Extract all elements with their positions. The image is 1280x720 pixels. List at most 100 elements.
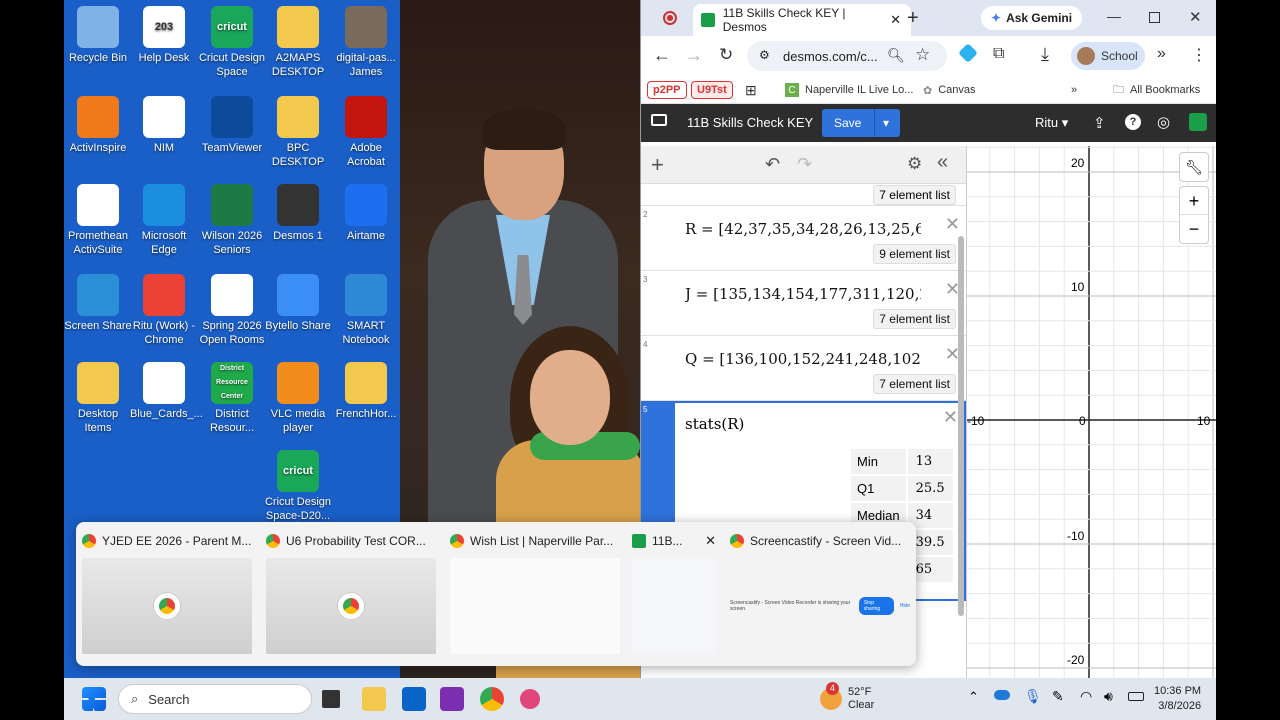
switcher-window-preview[interactable]: Wish List | Naperville Par... — [450, 530, 622, 660]
bookmark-star-icon[interactable]: ☆ — [915, 45, 930, 65]
extensions-puzzle-icon[interactable]: ⧉ — [993, 45, 1004, 63]
expression-row[interactable]: 2 R = [42,37,35,34,28,26,13,25,65] 9 eleme… — [641, 206, 966, 271]
expression-math[interactable]: Q = [136,100,152,241,248,102,14 — [685, 350, 921, 368]
desktop-icon[interactable]: A2MAPS DESKTOP — [264, 2, 332, 82]
add-item-icon[interactable]: + — [651, 152, 664, 178]
expression-list-scrollbar[interactable] — [958, 236, 964, 616]
settings-gear-icon[interactable]: ⚙ — [907, 154, 922, 174]
minimize-icon[interactable]: — — [1107, 8, 1121, 24]
pen-icon[interactable]: ✎ — [1052, 688, 1064, 705]
wifi-icon[interactable]: ◠ — [1080, 688, 1092, 705]
desktop-icon[interactable]: BPC DESKTOP — [264, 92, 332, 172]
reload-icon[interactable]: ↻ — [719, 45, 733, 65]
graph-title[interactable]: 11B Skills Check KEY — [687, 115, 813, 130]
expression-row[interactable]: 4 Q = [136,100,152,241,248,102,14 7 elemen… — [641, 336, 966, 401]
desktop-icon[interactable]: Ritu (Work) - Chrome — [130, 270, 198, 350]
desktop-icon[interactable]: Spring 2026 Open Rooms — [198, 270, 266, 350]
desktop-icon[interactable]: Adobe Acrobat — [332, 92, 400, 172]
outlook-icon[interactable] — [402, 687, 426, 711]
microphone-icon[interactable]: 🎙︎ — [1024, 688, 1042, 705]
record-icon[interactable] — [663, 11, 677, 25]
desktop-icon[interactable]: Bytello Share — [264, 270, 332, 350]
ask-gemini-button[interactable]: ✦ Ask Gemini — [981, 6, 1083, 30]
desktop-icon[interactable]: Wilson 2026 Seniors — [198, 180, 266, 260]
snipping-tool-icon[interactable] — [520, 689, 540, 709]
forward-icon[interactable]: → — [685, 45, 703, 66]
graph-paper[interactable]: 🔧︎ + − 20 10 -10 0 10 -10 -20 — [967, 146, 1216, 678]
extension-diamond-icon[interactable] — [958, 43, 978, 63]
apps-grid-icon[interactable]: ⊞ — [745, 81, 757, 99]
save-dropdown-icon[interactable]: ▾ — [874, 109, 889, 137]
desktop-icon[interactable]: digital-pas... James — [332, 2, 400, 82]
desktop-icon[interactable]: Recycle Bin — [64, 2, 132, 82]
desktop-icon[interactable]: Microsoft Edge — [130, 180, 198, 260]
expression-math[interactable]: J = [135,134,154,177,311,120,24 — [685, 285, 921, 303]
file-explorer-icon[interactable] — [362, 687, 386, 711]
expression-math[interactable]: R = [42,37,35,34,28,26,13,25,65] — [685, 220, 921, 238]
profile-chip[interactable]: School — [1071, 42, 1145, 70]
expression-row[interactable]: 3 J = [135,134,154,177,311,120,24 7 elemen… — [641, 271, 966, 336]
new-tab-button[interactable]: + — [907, 7, 919, 30]
delete-expression-icon[interactable]: ✕ — [943, 407, 958, 428]
delete-expression-icon[interactable]: ✕ — [945, 214, 960, 235]
zoom-out-icon[interactable]: − — [1180, 215, 1208, 243]
switcher-window-preview[interactable]: U6 Probability Test COR... — [266, 530, 438, 660]
hide-link[interactable]: Hide — [900, 603, 910, 609]
redo-icon[interactable]: ↷ — [797, 154, 812, 175]
desktop-icon[interactable]: Promethean ActivSuite — [64, 180, 132, 260]
language-globe-icon[interactable]: ◎ — [1157, 113, 1170, 131]
bookmarks-more-icon[interactable]: » — [1071, 81, 1077, 99]
open-graph-folder-icon[interactable] — [651, 114, 667, 126]
user-menu[interactable]: Ritu ▾ — [1035, 115, 1068, 131]
desktop-icon[interactable]: 203 Help Desk — [130, 2, 198, 82]
desmos-logo-icon[interactable] — [1189, 113, 1207, 131]
desktop-icon[interactable]: cricut Cricut Design Space-D20... — [264, 446, 332, 526]
save-button[interactable]: Save ▾ — [822, 109, 900, 137]
taskbar-search[interactable]: ⌕ Search — [118, 684, 312, 714]
volume-icon[interactable]: 🔊︎ — [1104, 688, 1113, 705]
switcher-window-preview[interactable]: 11B... ✕ — [632, 530, 716, 660]
onenote-icon[interactable] — [440, 687, 464, 711]
tab-close-icon[interactable]: ✕ — [890, 12, 901, 28]
desktop-icon[interactable]: Blue_Cards_... — [130, 358, 203, 438]
desktop-icon[interactable]: District Resource Center District Resour.… — [198, 358, 266, 438]
maximize-icon[interactable] — [1149, 12, 1160, 23]
desktop-icon[interactable]: Screen Share — [64, 270, 132, 350]
switcher-close-icon[interactable]: ✕ — [705, 533, 716, 549]
more-chevron-icon[interactable]: » — [1157, 45, 1166, 63]
clock[interactable]: 10:36 PM 3/8/2026 — [1154, 684, 1201, 714]
bookmark-u9tst[interactable]: U9Tst — [691, 81, 733, 99]
menu-kebab-icon[interactable]: ⋮ — [1191, 45, 1207, 65]
tab-desmos[interactable]: 11B Skills Check KEY | Desmos ✕ — [693, 4, 911, 36]
desktop-icon[interactable]: Airtame — [332, 180, 400, 260]
all-bookmarks[interactable]: 🗀 All Bookmarks — [1113, 81, 1200, 99]
stop-sharing-button[interactable]: Stop sharing — [858, 597, 894, 615]
back-icon[interactable]: ← — [653, 45, 671, 66]
onedrive-icon[interactable] — [994, 690, 1010, 700]
switcher-window-preview[interactable]: YJED EE 2026 - Parent M... — [82, 530, 254, 660]
weather-widget[interactable]: 4 52°F Clear — [820, 682, 874, 714]
close-window-icon[interactable]: ✕ — [1189, 8, 1202, 26]
undo-icon[interactable]: ↶ — [765, 154, 780, 175]
bookmark-canvas[interactable]: ✿ Canvas — [923, 81, 976, 99]
desktop-icon[interactable]: TeamViewer — [198, 92, 266, 172]
bookmark-naperville[interactable]: C Naperville IL Live Lo... — [785, 81, 913, 99]
desktop-icon[interactable]: FrenchHor... — [332, 358, 400, 438]
stats-expression[interactable]: stats(R) — [685, 415, 744, 433]
help-icon[interactable]: ? — [1125, 114, 1141, 130]
graph-settings-wrench-icon[interactable]: 🔧︎ — [1179, 152, 1209, 182]
bookmark-p2pp[interactable]: p2PP — [647, 81, 687, 99]
collapse-list-icon[interactable]: « — [937, 151, 948, 174]
switcher-window-preview[interactable]: Screencastify - Screen Vid... Screencasti… — [730, 530, 910, 660]
tray-chevron-icon[interactable]: ⌃ — [968, 689, 979, 705]
expression-row-1-tail[interactable]: 7 element list — [641, 184, 966, 206]
start-windows-icon[interactable] — [82, 687, 106, 711]
battery-icon[interactable] — [1128, 692, 1144, 701]
desktop-icon[interactable]: VLC media player — [264, 358, 332, 438]
desktop-icon[interactable]: Desmos 1 — [264, 180, 332, 260]
desktop-icon[interactable]: NIM — [130, 92, 198, 172]
desktop-icon[interactable]: SMART Notebook — [332, 270, 400, 350]
chrome-taskbar-icon[interactable] — [480, 687, 504, 711]
share-icon[interactable]: ⇪ — [1093, 114, 1106, 132]
desktop-icon[interactable]: ActivInspire — [64, 92, 132, 172]
